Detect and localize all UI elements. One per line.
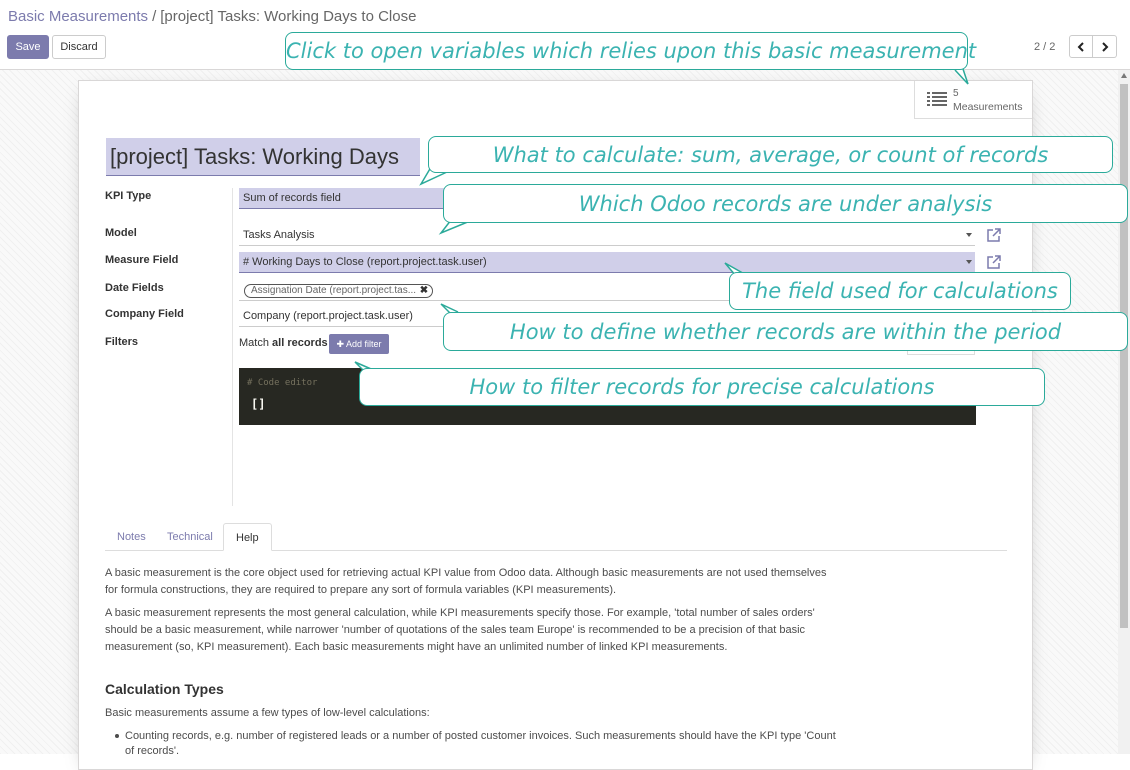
tab-technical[interactable]: Technical <box>155 523 225 551</box>
measure-field-select[interactable]: # Working Days to Close (report.project.… <box>239 252 975 273</box>
add-filter-button[interactable]: ✚ Add filter <box>329 334 389 354</box>
filters-label: Filters <box>105 336 139 348</box>
external-link-icon[interactable] <box>986 254 1002 270</box>
code-editor-comment: # Code editor <box>247 378 318 388</box>
external-link-icon[interactable] <box>986 227 1002 243</box>
chevron-right-icon <box>1101 41 1108 52</box>
callout-measure-field: The field used for calculations <box>729 272 1071 310</box>
date-field-tag-label: Assignation Date (report.project.tas... <box>251 285 417 296</box>
name-input[interactable]: [project] Tasks: Working Days <box>106 138 420 176</box>
caret-down-icon[interactable] <box>966 233 972 237</box>
kpi-type-label: KPI Type <box>105 190 152 202</box>
help-list-item: Counting records, e.g. number of registe… <box>125 730 836 757</box>
discard-button[interactable]: Discard <box>52 35 106 59</box>
callout-kpi-type: What to calculate: sum, average, or coun… <box>428 136 1113 173</box>
scrollbar-thumb[interactable] <box>1120 84 1128 628</box>
help-paragraph-3: Basic measurements assume a few types of… <box>105 707 430 719</box>
callout-filters-text: How to filter records for precise calcul… <box>469 375 935 399</box>
measure-field-label: Measure Field <box>105 254 179 266</box>
callout-model-text: Which Odoo records are under analysis <box>578 191 993 216</box>
model-value: Tasks Analysis <box>243 229 315 241</box>
help-paragraph-1: A basic measurement is the core object u… <box>105 567 827 596</box>
date-field-tag: Assignation Date (report.project.tas... … <box>244 284 434 298</box>
help-paragraph-2: A basic measurement represents the most … <box>105 607 815 653</box>
vertical-scrollbar[interactable] <box>1118 70 1130 754</box>
save-button[interactable]: Save <box>7 35 49 59</box>
code-editor-content[interactable]: [] <box>251 397 265 411</box>
callout-date-fields-text: How to define whether records are within… <box>509 319 1062 344</box>
callout-measurements: Click to open variables which relies upo… <box>285 32 977 70</box>
tab-notes[interactable]: Notes <box>105 523 158 551</box>
callout-date-fields: How to define whether records are within… <box>443 312 1128 351</box>
caret-down-icon[interactable] <box>966 260 972 264</box>
breadcrumb-current: [project] Tasks: Working Days to Close <box>160 8 417 25</box>
chevron-left-icon <box>1077 41 1084 52</box>
breadcrumb-parent-link[interactable]: Basic Measurements <box>8 8 148 25</box>
list-icon <box>927 92 947 106</box>
match-all-records: all records <box>272 337 328 349</box>
date-fields-label: Date Fields <box>105 282 164 294</box>
measurements-smart-button[interactable]: 5 Measurements <box>914 81 1032 119</box>
breadcrumb-separator: / <box>152 8 157 25</box>
help-heading-calculation-types: Calculation Types <box>105 681 224 697</box>
callout-measurements-text: Click to open variables which relies upo… <box>286 39 977 63</box>
company-field-label: Company Field <box>105 308 184 320</box>
pager-previous-button[interactable] <box>1069 35 1093 58</box>
notebook-tabs: Notes Technical Help <box>105 523 1007 551</box>
bullet-icon <box>115 734 119 738</box>
domain-match-text: Match all records <box>239 337 328 349</box>
model-select[interactable]: Tasks Analysis <box>239 225 975 246</box>
tab-help[interactable]: Help <box>223 523 272 551</box>
measurements-count: 5 <box>953 88 959 99</box>
callout-kpi-type-text: What to calculate: sum, average, or coun… <box>492 142 1049 167</box>
help-list: Counting records, e.g. number of registe… <box>115 729 845 759</box>
remove-tag-icon[interactable]: ✖ <box>420 285 428 297</box>
group-divider <box>232 188 233 506</box>
breadcrumb: Basic Measurements / [project] Tasks: Work… <box>8 8 416 25</box>
pager-value[interactable]: 2 / 2 <box>1034 41 1055 53</box>
scroll-up-arrow-icon[interactable] <box>1121 73 1127 78</box>
callout-measure-field-text: The field used for calculations <box>742 279 1058 303</box>
match-prefix: Match <box>239 337 269 349</box>
measurements-label: Measurements <box>953 101 1023 113</box>
pager-next-button[interactable] <box>1093 35 1117 58</box>
measure-field-value: # Working Days to Close (report.project.… <box>243 256 487 268</box>
model-label: Model <box>105 227 137 239</box>
callout-model: Which Odoo records are under analysis <box>443 184 1128 223</box>
callout-filters: How to filter records for precise calcul… <box>359 368 1045 406</box>
